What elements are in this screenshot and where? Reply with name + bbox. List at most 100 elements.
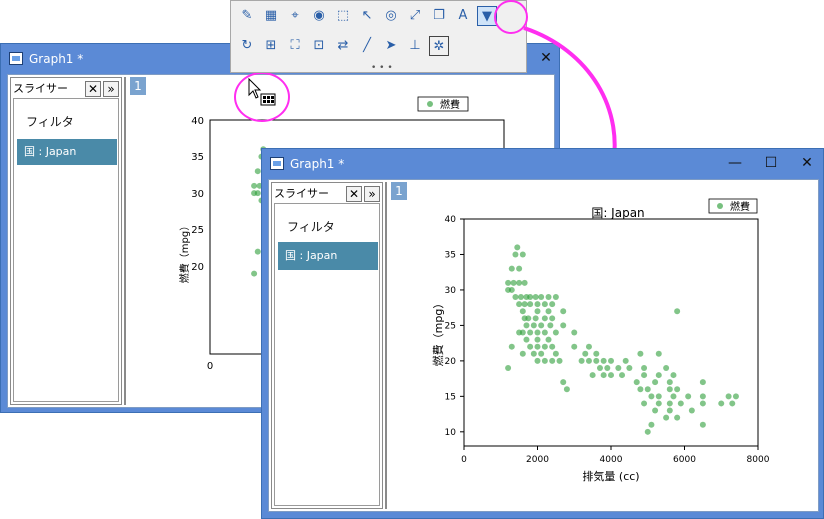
data-point <box>517 294 524 301</box>
front-slicer-body: フィルタ 国 : Japan <box>274 203 380 506</box>
data-point <box>655 393 662 400</box>
back-close-button[interactable]: ✕ <box>535 48 557 68</box>
back-slicer-panel: スライサー ✕ » フィルタ 国 : Japan <box>10 77 122 405</box>
data-point <box>532 294 539 301</box>
data-point <box>571 343 578 350</box>
data-point <box>519 350 526 357</box>
front-minimize-button[interactable]: — <box>724 153 746 173</box>
back-data-point <box>254 248 261 255</box>
back-ytick-35: 35 <box>191 152 204 163</box>
fit-page-icon[interactable]: ⛶ <box>285 36 305 56</box>
data-point <box>534 336 541 343</box>
data-point <box>508 265 515 272</box>
data-point <box>596 364 603 371</box>
data-point <box>549 301 556 308</box>
x-tick-label: 4000 <box>600 455 623 465</box>
x-tick-label: 0 <box>461 455 467 465</box>
back-data-point <box>251 270 258 277</box>
data-point <box>674 308 681 315</box>
data-point <box>541 301 548 308</box>
back-ytick-30: 30 <box>191 189 204 200</box>
data-point <box>699 400 706 407</box>
data-point <box>527 294 534 301</box>
back-legend-label: 燃費 <box>440 98 460 111</box>
data-point <box>538 322 545 329</box>
data-point <box>514 244 521 251</box>
data-point <box>505 364 512 371</box>
axis-icon[interactable]: ⊥ <box>405 36 425 56</box>
data-point <box>699 421 706 428</box>
data-point <box>666 400 673 407</box>
toolbar-grip[interactable]: • • • <box>371 63 393 73</box>
data-point <box>652 379 659 386</box>
data-point <box>541 357 548 364</box>
rescale-icon[interactable]: ⤢ <box>405 6 425 26</box>
y-tick-label: 35 <box>445 250 456 260</box>
data-point <box>525 315 532 322</box>
front-slicer-panel: スライサー ✕ » フィルタ 国 : Japan <box>271 182 383 509</box>
back-filter-item-japan[interactable]: 国 : Japan <box>17 139 117 165</box>
y-tick-label: 40 <box>445 215 457 225</box>
legend-series-label: 燃費 <box>730 200 750 213</box>
data-point <box>655 372 662 379</box>
data-point <box>608 372 614 379</box>
front-title-bar[interactable]: Graph1 * — ☐ ✕ <box>262 149 823 179</box>
layer-grid-icon[interactable]: ⊞ <box>261 36 281 56</box>
mask-icon[interactable]: ◉ <box>309 6 329 26</box>
data-point <box>585 357 592 364</box>
back-panel-divider[interactable] <box>124 77 126 405</box>
front-panel-divider[interactable] <box>385 182 387 509</box>
text-tool-icon[interactable]: A <box>453 6 473 26</box>
brush-icon[interactable]: ✎ <box>237 6 257 26</box>
front-slicer-expand-button[interactable]: » <box>364 186 380 202</box>
pointer-icon[interactable]: ↖ <box>357 6 377 26</box>
draw-line-icon[interactable]: ╱ <box>357 36 377 56</box>
data-point <box>534 329 541 336</box>
data-point <box>530 322 537 329</box>
data-point <box>589 372 596 379</box>
copy-format-icon[interactable]: ❐ <box>429 6 449 26</box>
grid-select-icon[interactable]: ▦ <box>261 6 281 26</box>
data-point <box>510 279 517 286</box>
data-point <box>641 400 648 407</box>
back-slicer-body: フィルタ 国 : Japan <box>13 98 119 402</box>
data-point <box>516 301 523 308</box>
data-point <box>508 286 515 293</box>
refresh-icon[interactable]: ↻ <box>237 36 257 56</box>
swap-icon[interactable]: ⇄ <box>333 36 353 56</box>
data-point <box>644 428 651 435</box>
data-point <box>505 279 512 286</box>
front-maximize-button[interactable]: ☐ <box>760 153 782 173</box>
data-point <box>666 379 673 386</box>
front-filter-item-japan[interactable]: 国 : Japan <box>278 242 378 270</box>
data-point <box>538 350 545 357</box>
data-point <box>725 393 732 400</box>
floating-toolbar: ✎ ▦ ⌖ ◉ ⬚ ↖ ◎ ⤢ ❐ A ▼ ↻ ⊞ ⛶ ⊡ ⇄ ╱ ➤ ⊥ ✲ • • • <box>230 0 527 73</box>
eye-icon[interactable]: ◎ <box>381 6 401 26</box>
data-reader-icon[interactable]: ⌖ <box>285 6 305 26</box>
arrow-icon[interactable]: ➤ <box>381 36 401 56</box>
data-point <box>541 343 548 350</box>
data-point <box>608 357 614 364</box>
data-point <box>699 393 706 400</box>
data-point <box>527 301 534 308</box>
data-point <box>527 343 534 350</box>
back-data-point <box>251 182 258 189</box>
plot-frame <box>463 218 759 447</box>
back-legend: 燃費 <box>417 96 469 112</box>
data-point <box>641 364 648 371</box>
front-slicer-close-button[interactable]: ✕ <box>346 186 362 202</box>
data-point <box>552 350 559 357</box>
graph-window-icon <box>9 52 23 65</box>
data-point <box>637 350 644 357</box>
back-slicer-close-button[interactable]: ✕ <box>85 81 101 97</box>
region-select-icon[interactable]: ⬚ <box>333 6 353 26</box>
front-close-button[interactable]: ✕ <box>796 153 818 173</box>
y-tick-label: 30 <box>445 286 457 296</box>
insert-layer-icon[interactable]: ⊡ <box>309 36 329 56</box>
data-point <box>556 357 563 364</box>
data-point <box>560 308 567 315</box>
data-point <box>549 357 556 364</box>
settings-icon[interactable]: ✲ <box>429 36 449 56</box>
back-slicer-expand-button[interactable]: » <box>103 81 119 97</box>
